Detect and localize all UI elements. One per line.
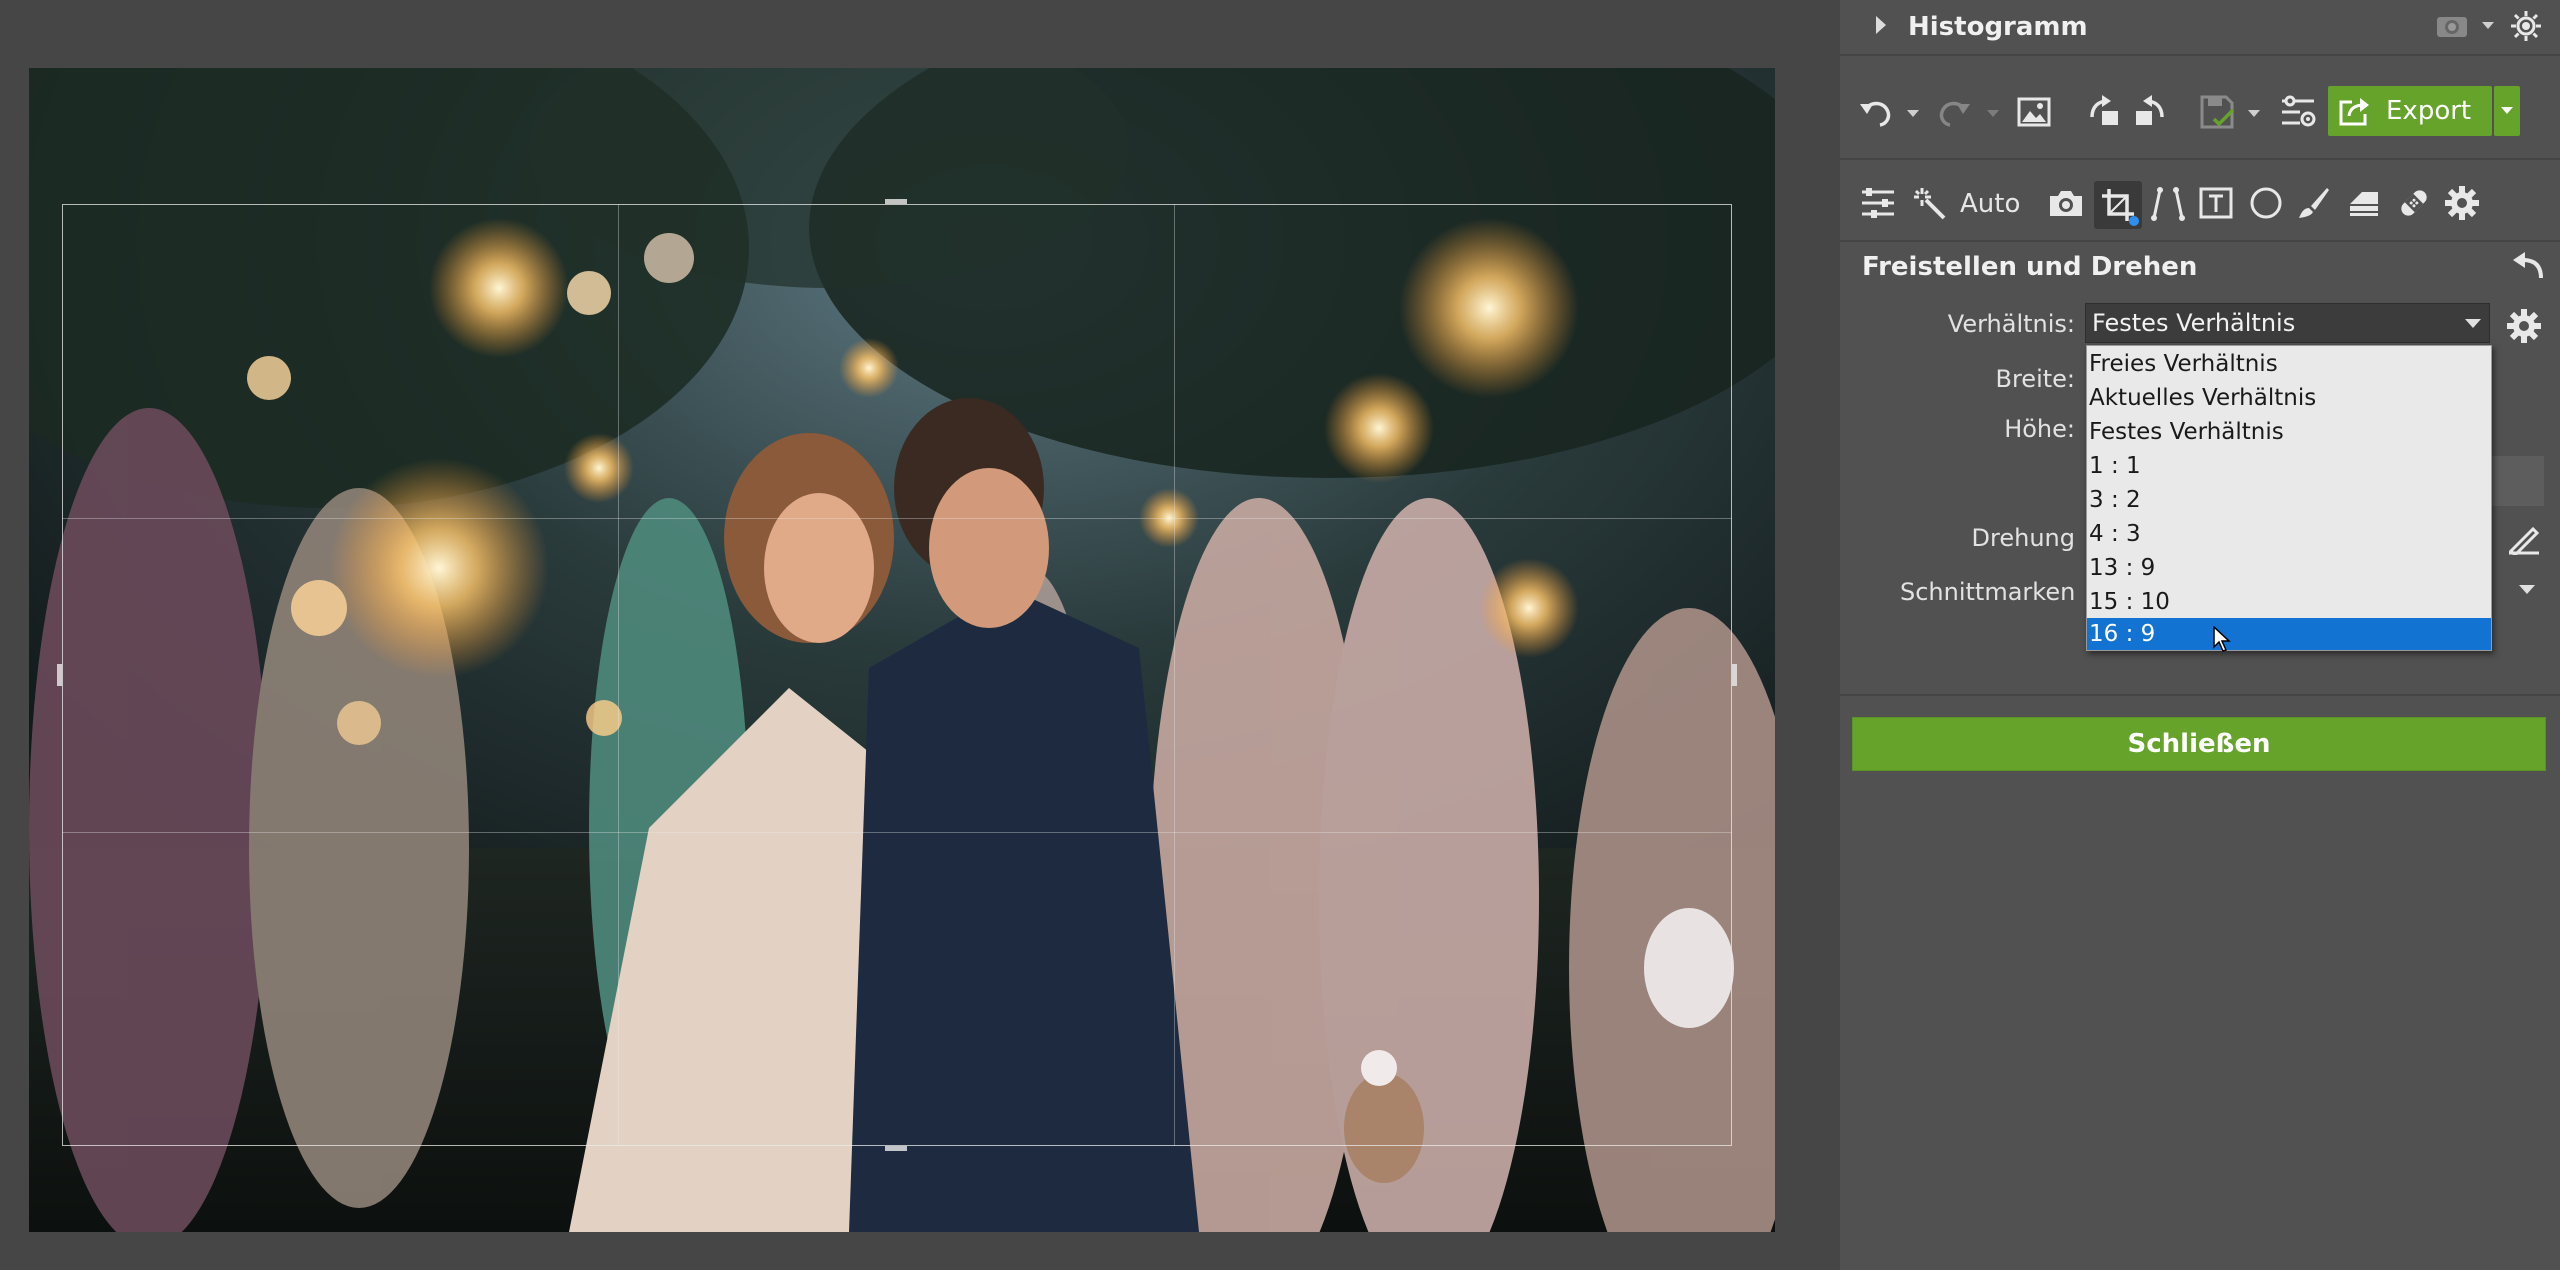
section-title: Freistellen und Drehen [1862, 252, 2198, 282]
crop-grid-line [62, 518, 1732, 519]
chevron-down-icon[interactable] [2482, 22, 2494, 29]
crop-grid-line [62, 832, 1732, 833]
ratio-option[interactable]: 15 : 10 [2087, 586, 2491, 618]
export-button[interactable]: Export [2328, 86, 2492, 136]
sun-icon[interactable] [2508, 8, 2544, 44]
crop-handle-top[interactable] [885, 199, 907, 204]
save-icon[interactable] [2198, 92, 2238, 132]
export-options-chevron-icon[interactable] [2494, 86, 2520, 136]
export-label: Export [2386, 96, 2472, 126]
circle-mask-icon[interactable] [2246, 183, 2286, 223]
crop-handle-right[interactable] [1732, 664, 1737, 686]
ratio-option[interactable]: 13 : 9 [2087, 552, 2491, 584]
ratio-option[interactable]: Aktuelles Verhältnis [2087, 382, 2491, 414]
ratio-select-chevron-icon[interactable] [2465, 319, 2481, 328]
eraser-icon[interactable] [2344, 183, 2384, 223]
partially-hidden-button[interactable] [2492, 456, 2544, 506]
ratio-option[interactable]: Festes Verhältnis [2087, 416, 2491, 448]
divider [1840, 694, 2560, 696]
auto-label[interactable]: Auto [1960, 189, 2020, 219]
crop-handle-bottom[interactable] [885, 1146, 907, 1151]
ratio-label: Verhältnis: [1947, 310, 2075, 338]
batch-settings-icon[interactable] [2278, 92, 2318, 132]
camera-eye-icon[interactable] [2434, 12, 2470, 40]
crop-marks-chevron-icon[interactable] [2519, 585, 2535, 594]
divider [1840, 54, 2560, 56]
redo-icon[interactable] [1934, 92, 1974, 132]
text-icon[interactable] [2196, 183, 2236, 223]
crop-handle-left[interactable] [57, 664, 62, 686]
image-icon[interactable] [2014, 92, 2054, 132]
undo-history-chevron-icon[interactable] [1907, 110, 1919, 117]
mouse-cursor-icon [2212, 625, 2232, 653]
ruler-icon[interactable] [2504, 520, 2544, 560]
redo-history-chevron-icon[interactable] [1987, 110, 1999, 117]
rotation-label: Drehung [1971, 524, 2075, 552]
rotate-right-icon[interactable] [2130, 92, 2170, 132]
perspective-icon[interactable] [2148, 184, 2188, 224]
undo-icon[interactable] [1856, 92, 1896, 132]
gear-icon[interactable] [2504, 306, 2544, 346]
save-options-chevron-icon[interactable] [2248, 110, 2260, 117]
settings-icon[interactable] [2442, 183, 2482, 223]
ratio-option[interactable]: Freies Verhältnis [2087, 348, 2491, 380]
camera-icon[interactable] [2046, 183, 2086, 223]
crop-marks-label: Schnittmarken [1900, 578, 2076, 606]
brush-icon[interactable] [2294, 183, 2334, 223]
back-arrow-icon[interactable] [2508, 246, 2548, 286]
healing-icon[interactable] [2394, 183, 2434, 223]
divider [1840, 158, 2560, 160]
ratio-option[interactable]: 3 : 2 [2087, 484, 2491, 516]
divider [1840, 240, 2560, 242]
ratio-option-highlighted[interactable]: 16 : 9 [2087, 618, 2491, 650]
adjustments-icon[interactable] [1858, 183, 1898, 223]
export-icon [2338, 95, 2372, 127]
histogram-title[interactable]: Histogramm [1908, 12, 2088, 42]
ratio-select[interactable]: Festes Verhältnis [2085, 303, 2490, 343]
image-canvas[interactable] [0, 0, 1840, 1270]
crop-grid-line [618, 204, 619, 1146]
ratio-option[interactable]: 1 : 1 [2087, 450, 2491, 482]
width-label: Breite: [1995, 365, 2076, 393]
active-indicator-dot [2129, 216, 2139, 226]
crop-frame[interactable] [62, 204, 1732, 1146]
close-button[interactable]: Schließen [1852, 717, 2546, 771]
auto-wand-icon[interactable] [1910, 183, 1950, 223]
ratio-option[interactable]: 4 : 3 [2087, 518, 2491, 550]
ratio-dropdown-list[interactable]: Freies Verhältnis Aktuelles Verhältnis F… [2086, 345, 2492, 651]
expand-triangle-icon[interactable] [1876, 16, 1886, 34]
height-label: Höhe: [2004, 415, 2075, 443]
rotate-left-icon[interactable] [2084, 92, 2124, 132]
crop-grid-line [1174, 204, 1175, 1146]
